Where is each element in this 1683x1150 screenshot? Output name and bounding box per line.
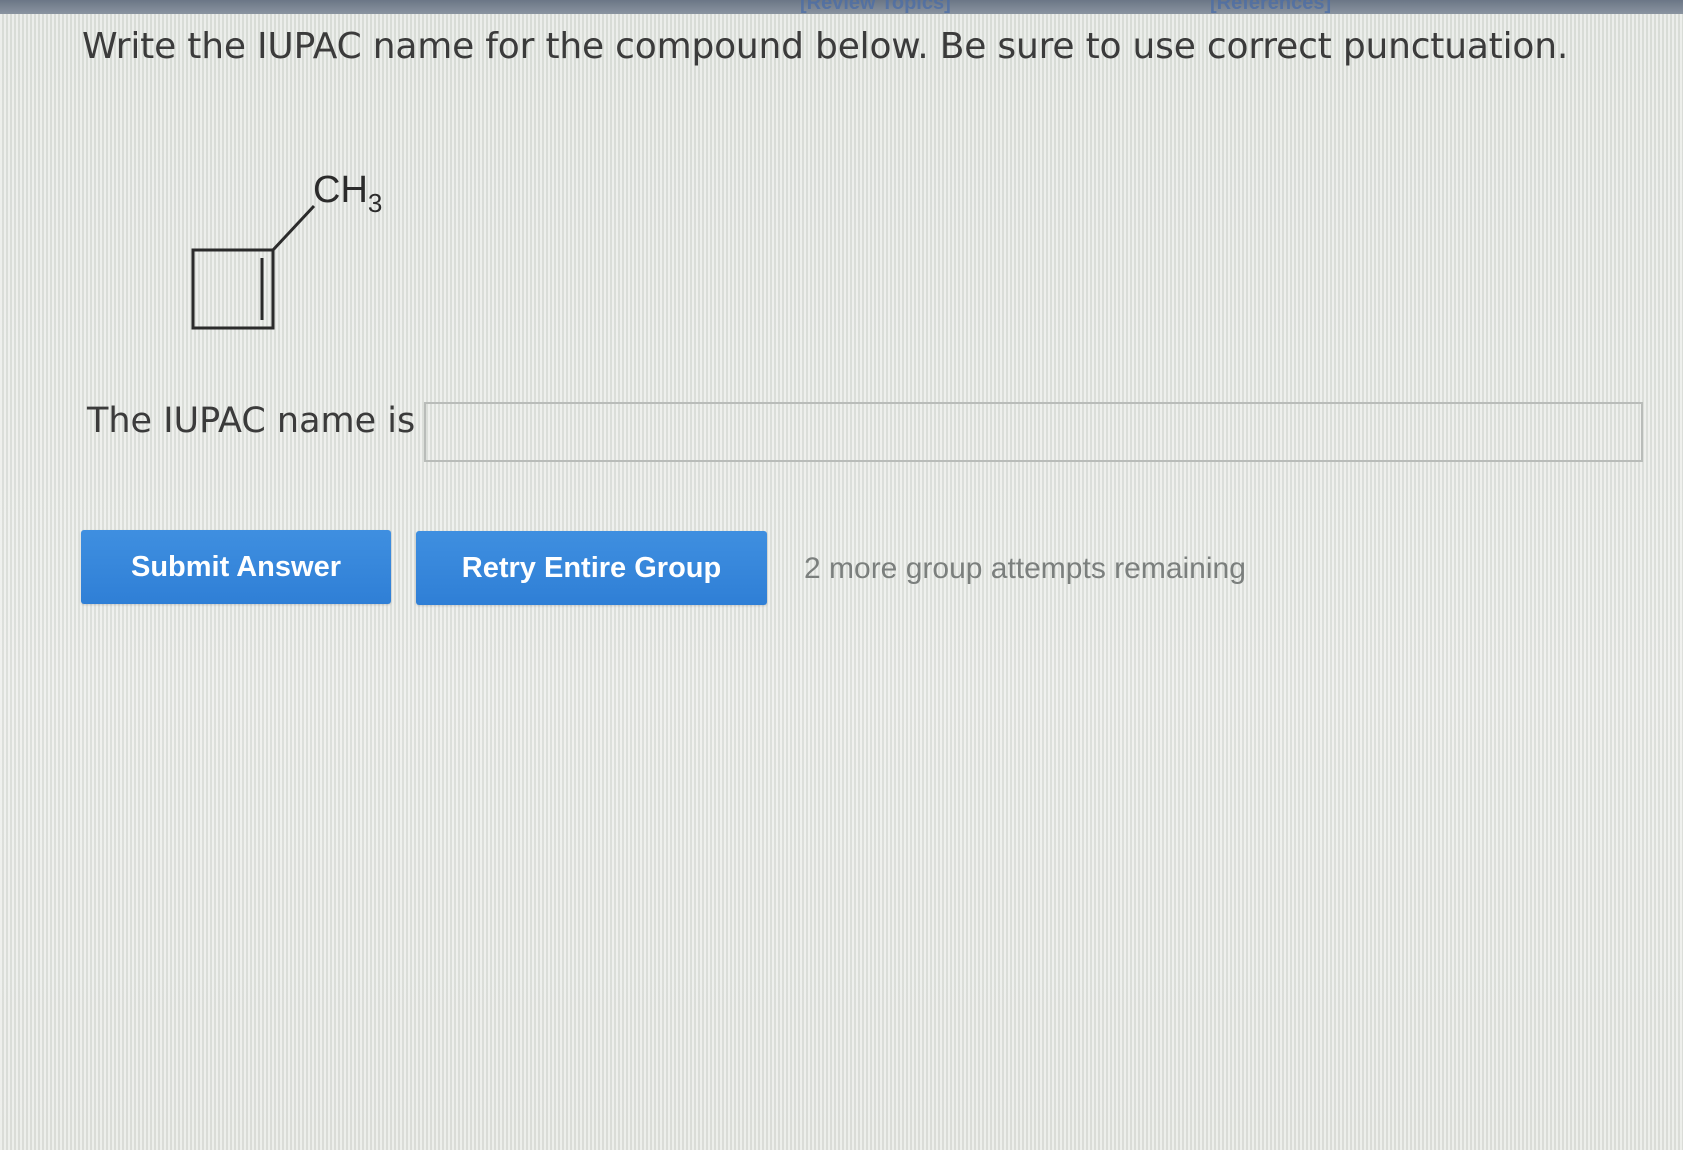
review-topics-link[interactable]: [Review Topics] (800, 0, 951, 15)
retry-entire-group-button[interactable]: Retry Entire Group (416, 531, 767, 605)
methyl-label: CH3 (313, 169, 382, 218)
question-prompt: Write the IUPAC name for the compound be… (82, 26, 1569, 67)
references-link[interactable]: [References] (1210, 0, 1331, 15)
attempts-remaining-text: 2 more group attempts remaining (804, 552, 1246, 585)
answer-label: The IUPAC name is (87, 401, 416, 441)
methyl-bond (271, 204, 316, 252)
molecule-structure: CH3 (191, 169, 382, 330)
iupac-name-input[interactable] (424, 402, 1643, 462)
top-nav-strip: [Review Topics] [References] (0, 0, 1683, 14)
submit-answer-button[interactable]: Submit Answer (81, 530, 391, 604)
